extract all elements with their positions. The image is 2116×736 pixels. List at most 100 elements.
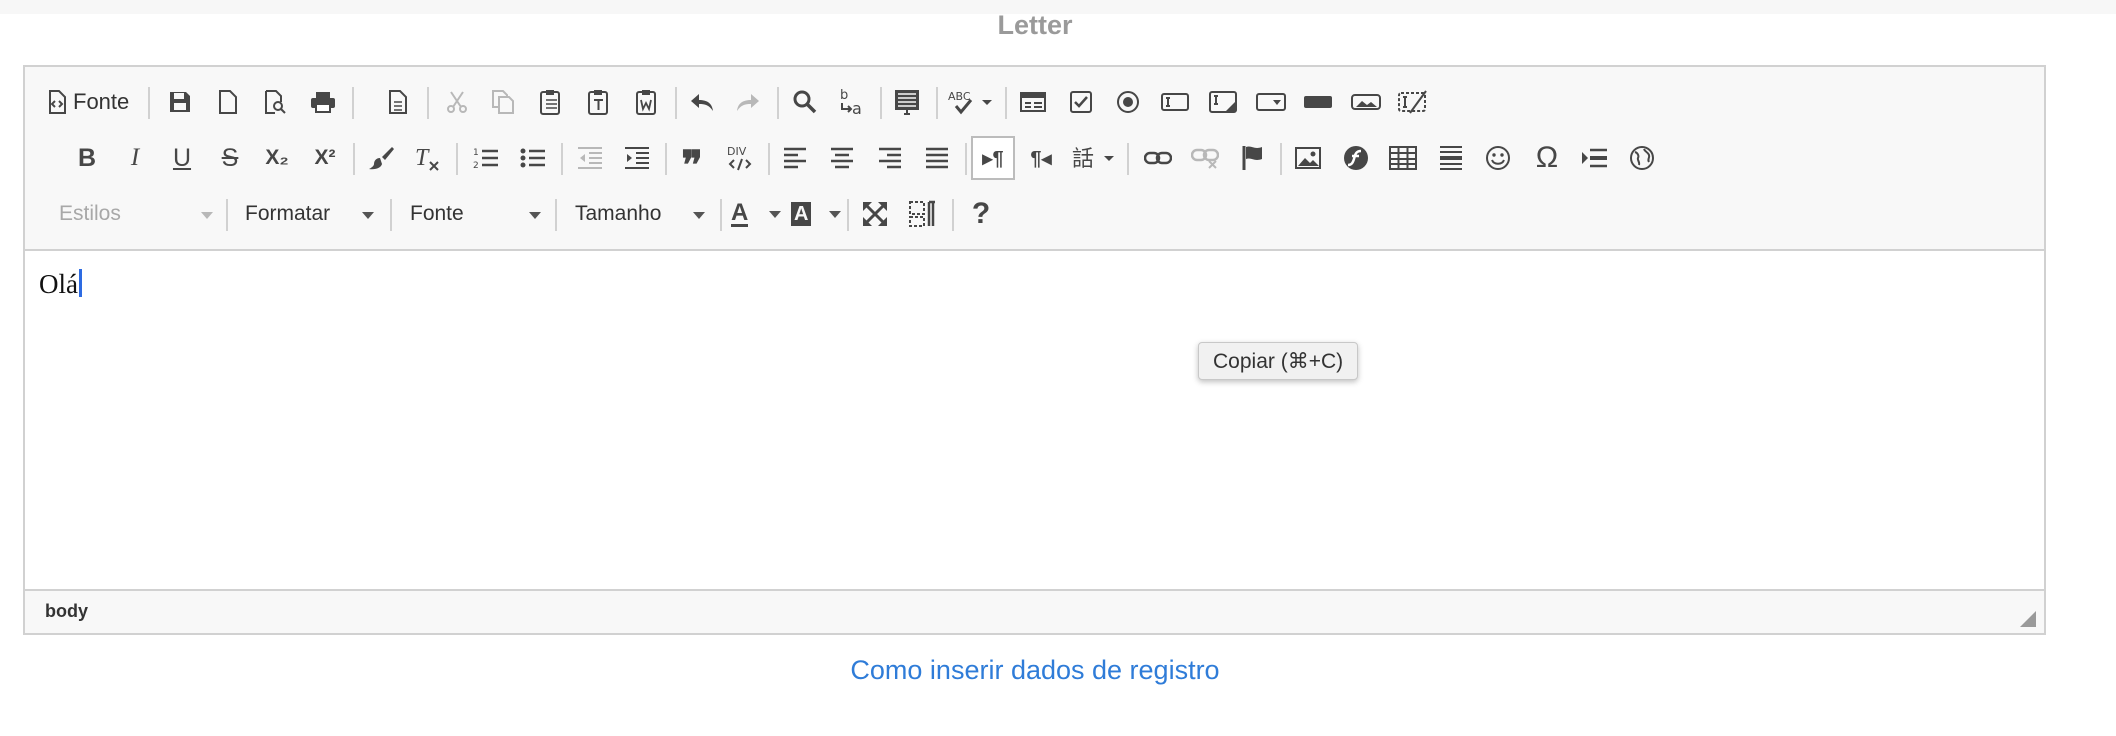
radio-button[interactable] (1108, 82, 1148, 122)
size-dropdown[interactable]: Tamanho (555, 194, 710, 234)
text-color-icon: A (731, 198, 749, 227)
horizontal-rule-button[interactable] (1431, 138, 1471, 178)
resize-grip-icon[interactable] (2020, 611, 2036, 627)
redo-icon (737, 94, 759, 111)
iframe-button[interactable] (1622, 138, 1662, 178)
text-color-button[interactable]: A (731, 194, 781, 234)
link-icon (1144, 151, 1172, 165)
ltr-button[interactable]: ▸¶ (971, 136, 1015, 180)
div-container-button[interactable]: DIV (720, 138, 760, 178)
form-button[interactable] (1013, 82, 1053, 122)
preview-button[interactable] (255, 82, 295, 122)
justify-button[interactable] (917, 138, 957, 178)
editor-content-area[interactable]: Olá Copiar (⌘+C) (25, 251, 2044, 593)
hidden-field-icon (1398, 90, 1427, 114)
replace-button[interactable]: ba (833, 82, 873, 122)
numbered-list-button[interactable]: 12 (466, 138, 506, 178)
copy-button[interactable] (483, 82, 523, 122)
textarea-button[interactable] (1203, 82, 1243, 122)
paste-text-icon (588, 90, 608, 115)
remove-format-button[interactable]: T (408, 138, 448, 178)
toolbar-separator (427, 87, 429, 119)
editor-text[interactable]: Olá (39, 269, 82, 300)
cut-button[interactable] (437, 82, 477, 122)
radio-icon (1117, 91, 1139, 113)
show-blocks-button[interactable] (903, 194, 943, 234)
underline-button[interactable]: U (162, 138, 202, 178)
anchor-button[interactable] (1233, 138, 1273, 178)
new-page-button[interactable] (208, 82, 248, 122)
save-button[interactable] (160, 82, 200, 122)
paste-text-button[interactable] (579, 82, 619, 122)
select-field-icon (1256, 93, 1286, 111)
help-button[interactable]: ? (961, 194, 1001, 234)
toolbar-separator (720, 199, 722, 231)
maximize-button[interactable] (855, 194, 895, 234)
image-button[interactable] (1288, 138, 1328, 178)
horizontal-rule-icon (1440, 146, 1462, 170)
undo-button[interactable] (682, 82, 722, 122)
table-button[interactable] (1383, 138, 1423, 178)
redo-button[interactable] (728, 82, 768, 122)
text-field-button[interactable] (1155, 82, 1195, 122)
size-label: Tamanho (575, 202, 662, 225)
cut-icon (447, 91, 467, 113)
toolbar-separator (1005, 87, 1007, 119)
help-link[interactable]: Como inserir dados de registro (0, 655, 2070, 686)
indent-button[interactable] (617, 138, 657, 178)
editor-text-value: Olá (39, 269, 78, 299)
chevron-down-icon (693, 212, 705, 219)
background-color-button[interactable]: A (791, 194, 841, 234)
select-all-button[interactable] (887, 82, 927, 122)
spellcheck-icon: ABC (948, 90, 992, 115)
print-button[interactable] (303, 82, 343, 122)
bold-button[interactable]: B (67, 138, 107, 178)
subscript-button[interactable]: X₂ (257, 138, 297, 178)
special-char-button[interactable]: Ω (1527, 138, 1567, 178)
styles-dropdown[interactable]: Estilos (59, 194, 213, 234)
unlink-button[interactable] (1185, 138, 1225, 178)
outdent-button[interactable] (570, 138, 610, 178)
button-field-button[interactable] (1298, 82, 1338, 122)
chevron-down-icon (829, 211, 841, 218)
font-dropdown[interactable]: Fonte (390, 194, 545, 234)
editor-status-bar: body (25, 589, 2044, 633)
search-icon (793, 90, 817, 114)
editor-toolbar: Fonte ba ABC B I U S X₂ X² T 1 2 ❞ DIV ▸… (25, 67, 2044, 251)
templates-button[interactable] (378, 82, 418, 122)
language-button[interactable]: 話 (1069, 138, 1119, 178)
checkbox-button[interactable] (1061, 82, 1101, 122)
copy-format-button[interactable] (361, 138, 401, 178)
toolbar-separator (1127, 143, 1129, 175)
replace-icon: ba (840, 88, 862, 117)
link-button[interactable] (1138, 138, 1178, 178)
align-center-button[interactable] (822, 138, 862, 178)
background-color-icon: A (791, 202, 812, 226)
rtl-button[interactable]: ¶◂ (1021, 138, 1061, 178)
blockquote-button[interactable]: ❞ (672, 138, 712, 188)
smiley-button[interactable] (1478, 138, 1518, 178)
paste-word-button[interactable] (627, 82, 667, 122)
find-button[interactable] (785, 82, 825, 122)
flash-button[interactable] (1336, 138, 1376, 178)
toolbar-separator (352, 87, 354, 119)
new-page-icon (219, 90, 237, 114)
svg-text:b: b (840, 88, 848, 103)
image-button-field-button[interactable] (1346, 82, 1386, 122)
paintbrush-icon (369, 147, 394, 170)
superscript-button[interactable]: X² (305, 138, 345, 178)
select-field-button[interactable] (1251, 82, 1291, 122)
page-break-button[interactable] (1574, 138, 1614, 178)
italic-button[interactable]: I (115, 138, 155, 178)
hidden-field-button[interactable] (1393, 82, 1433, 122)
format-dropdown[interactable]: Formatar (224, 194, 379, 234)
source-button[interactable]: Fonte (47, 82, 129, 122)
spellcheck-button[interactable]: ABC (945, 82, 997, 122)
align-right-button[interactable] (870, 138, 910, 178)
align-left-button[interactable] (775, 138, 815, 178)
strikethrough-button[interactable]: S (210, 138, 250, 178)
bulleted-list-button[interactable] (513, 138, 553, 178)
element-path[interactable]: body (45, 601, 88, 622)
chevron-down-icon (529, 212, 541, 219)
paste-button[interactable] (531, 82, 571, 122)
